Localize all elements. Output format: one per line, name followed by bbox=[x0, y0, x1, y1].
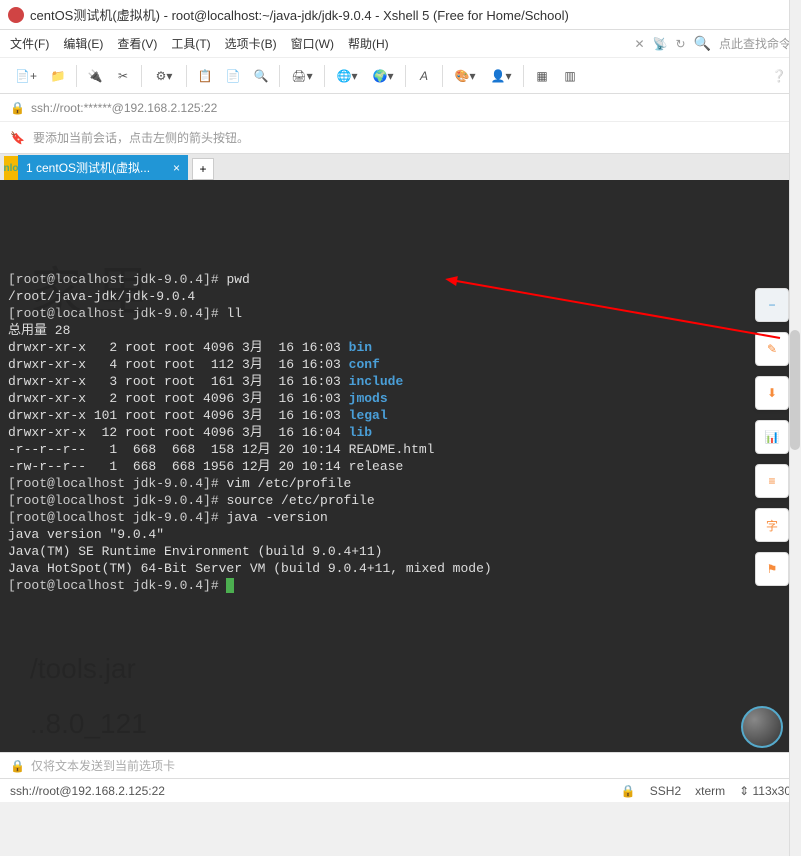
title-bar: centOS测试机(虚拟机) - root@localhost:~/java-j… bbox=[0, 0, 801, 30]
font-button[interactable]: A bbox=[412, 64, 436, 88]
menu-help[interactable]: 帮助(H) bbox=[348, 35, 389, 52]
paste-button[interactable]: 📄 bbox=[221, 64, 245, 88]
refresh-icon[interactable]: ↻ bbox=[675, 37, 685, 51]
watermark-2: /tools.jar bbox=[30, 660, 136, 677]
window-title: centOS测试机(虚拟机) - root@localhost:~/java-j… bbox=[30, 5, 569, 24]
layout-button[interactable]: ▦ bbox=[530, 64, 554, 88]
side-char-icon[interactable]: 字 bbox=[755, 508, 789, 542]
user-button[interactable]: 👤▾ bbox=[485, 64, 517, 88]
color-button[interactable]: 🎨▾ bbox=[449, 64, 481, 88]
term-line: java version "9.0.4" bbox=[8, 527, 164, 542]
term-line: /root/java-jdk/jdk-9.0.4 bbox=[8, 289, 195, 304]
lock-small-icon: 🔒 bbox=[10, 759, 25, 773]
menu-edit[interactable]: 编辑(E) bbox=[63, 35, 103, 52]
disconnect-icon[interactable]: ✕ bbox=[634, 37, 644, 51]
properties-button[interactable]: ⚙▾ bbox=[148, 64, 180, 88]
menu-window[interactable]: 窗口(W) bbox=[291, 35, 334, 52]
menu-bar: 文件(F) 编辑(E) 查看(V) 工具(T) 选项卡(B) 窗口(W) 帮助(… bbox=[0, 30, 801, 58]
term-line: drwxr-xr-x 2 root root 4096 3月 16 16:03 bbox=[8, 391, 349, 406]
toolbar: 📄+ 📁 🔌 ✂ ⚙▾ 📋 📄 🔍 🖨▾ 🌐▾ 🌍▾ A 🎨▾ 👤▾ ▦ ▥ ❔ bbox=[0, 58, 801, 94]
open-button[interactable]: 📁 bbox=[46, 64, 70, 88]
watermark-3: ..8.0_121 bbox=[30, 715, 147, 732]
search-placeholder[interactable]: 点此查找命令 bbox=[719, 35, 791, 52]
web-button[interactable]: 🌍▾ bbox=[367, 64, 399, 88]
find-button[interactable]: 🔍 bbox=[249, 64, 273, 88]
status-size: ⇕ 113x30 bbox=[739, 784, 791, 798]
tab-add-button[interactable]: + bbox=[192, 158, 214, 180]
scrollbar[interactable] bbox=[789, 0, 801, 856]
side-flag-icon[interactable]: ⚑ bbox=[755, 552, 789, 586]
term-line: drwxr-xr-x 3 root root 161 3月 16 16:03 bbox=[8, 374, 349, 389]
info-hint: 要添加当前会话，点击左侧的箭头按钮。 bbox=[33, 129, 249, 146]
status-term: xterm bbox=[695, 784, 725, 798]
app-icon bbox=[8, 7, 24, 23]
left-marker: nlo bbox=[4, 156, 18, 180]
term-line: [root@localhost jdk-9.0.4]# bbox=[8, 510, 226, 525]
status-address: ssh://root@192.168.2.125:22 bbox=[10, 784, 165, 798]
print-button[interactable]: 🖨▾ bbox=[286, 64, 318, 88]
terminal[interactable]: 家 里 /tools.jar ..8.0_121 [root@localhost… bbox=[0, 180, 801, 752]
disconnect-button[interactable]: ✂ bbox=[111, 64, 135, 88]
menu-tools[interactable]: 工具(T) bbox=[171, 35, 210, 52]
tab-label: 1 centOS测试机(虚拟... bbox=[26, 159, 150, 176]
status-ssh: SSH2 bbox=[650, 784, 681, 798]
side-minus-icon[interactable]: − bbox=[755, 288, 789, 322]
tab-session[interactable]: 1 centOS测试机(虚拟... × bbox=[18, 155, 188, 180]
side-chart-icon[interactable]: 📊 bbox=[755, 420, 789, 454]
term-line: drwxr-xr-x 101 root root 4096 3月 16 16:0… bbox=[8, 408, 349, 423]
search-icon[interactable]: 🔍 bbox=[694, 35, 711, 52]
status-lock-icon: 🔒 bbox=[621, 784, 636, 798]
term-line: Java HotSpot(TM) 64-Bit Server VM (build… bbox=[8, 561, 492, 576]
term-line: drwxr-xr-x 12 root root 4096 3月 16 16:04 bbox=[8, 425, 349, 440]
term-line: [root@localhost jdk-9.0.4]# bbox=[8, 272, 226, 287]
menu-tabs[interactable]: 选项卡(B) bbox=[225, 35, 277, 52]
annotation-arrow bbox=[450, 279, 780, 339]
status-input-text: 仅将文本发送到当前选项卡 bbox=[31, 757, 175, 774]
menu-file[interactable]: 文件(F) bbox=[10, 35, 49, 52]
term-line: Java(TM) SE Runtime Environment (build 9… bbox=[8, 544, 382, 559]
bookmark-icon[interactable]: 🔖 bbox=[10, 131, 25, 145]
new-session-button[interactable]: 📄+ bbox=[10, 64, 42, 88]
term-line: [root@localhost jdk-9.0.4]# bbox=[8, 578, 226, 593]
term-line: drwxr-xr-x 2 root root 4096 3月 16 16:03 bbox=[8, 340, 349, 355]
address-bar[interactable]: 🔒 ssh://root:******@192.168.2.125:22 bbox=[0, 94, 801, 122]
help-button[interactable]: ❔ bbox=[767, 64, 791, 88]
copy-button[interactable]: 📋 bbox=[193, 64, 217, 88]
address-text: ssh://root:******@192.168.2.125:22 bbox=[31, 101, 217, 115]
side-layers-icon[interactable]: ≡ bbox=[755, 464, 789, 498]
term-line: [root@localhost jdk-9.0.4]# bbox=[8, 306, 226, 321]
scrollbar-thumb[interactable] bbox=[790, 330, 800, 450]
term-line: 总用量 28 bbox=[8, 323, 70, 338]
lang-button[interactable]: 🌐▾ bbox=[331, 64, 363, 88]
tab-close-icon[interactable]: × bbox=[173, 161, 180, 175]
menu-view[interactable]: 查看(V) bbox=[117, 35, 157, 52]
side-download-icon[interactable]: ⬇ bbox=[755, 376, 789, 410]
term-line: [root@localhost jdk-9.0.4]# bbox=[8, 476, 226, 491]
term-line: -r--r--r-- 1 668 668 158 12月 20 10:14 RE… bbox=[8, 442, 434, 457]
reconnect-button[interactable]: 🔌 bbox=[83, 64, 107, 88]
status-input-bar[interactable]: 🔒 仅将文本发送到当前选项卡 bbox=[0, 752, 801, 778]
term-line: [root@localhost jdk-9.0.4]# bbox=[8, 493, 226, 508]
broadcast-icon[interactable]: 📡 bbox=[653, 37, 668, 51]
info-bar: 🔖 要添加当前会话，点击左侧的箭头按钮。 bbox=[0, 122, 801, 154]
cursor bbox=[226, 578, 234, 593]
layout2-button[interactable]: ▥ bbox=[558, 64, 582, 88]
avatar[interactable] bbox=[741, 706, 783, 748]
term-line: drwxr-xr-x 4 root root 112 3月 16 16:03 bbox=[8, 357, 349, 372]
status-bar: ssh://root@192.168.2.125:22 🔒 SSH2 xterm… bbox=[0, 778, 801, 802]
lock-icon: 🔒 bbox=[10, 101, 25, 115]
term-line: -rw-r--r-- 1 668 668 1956 12月 20 10:14 r… bbox=[8, 459, 403, 474]
tab-row: nlo 1 centOS测试机(虚拟... × + bbox=[0, 154, 801, 180]
